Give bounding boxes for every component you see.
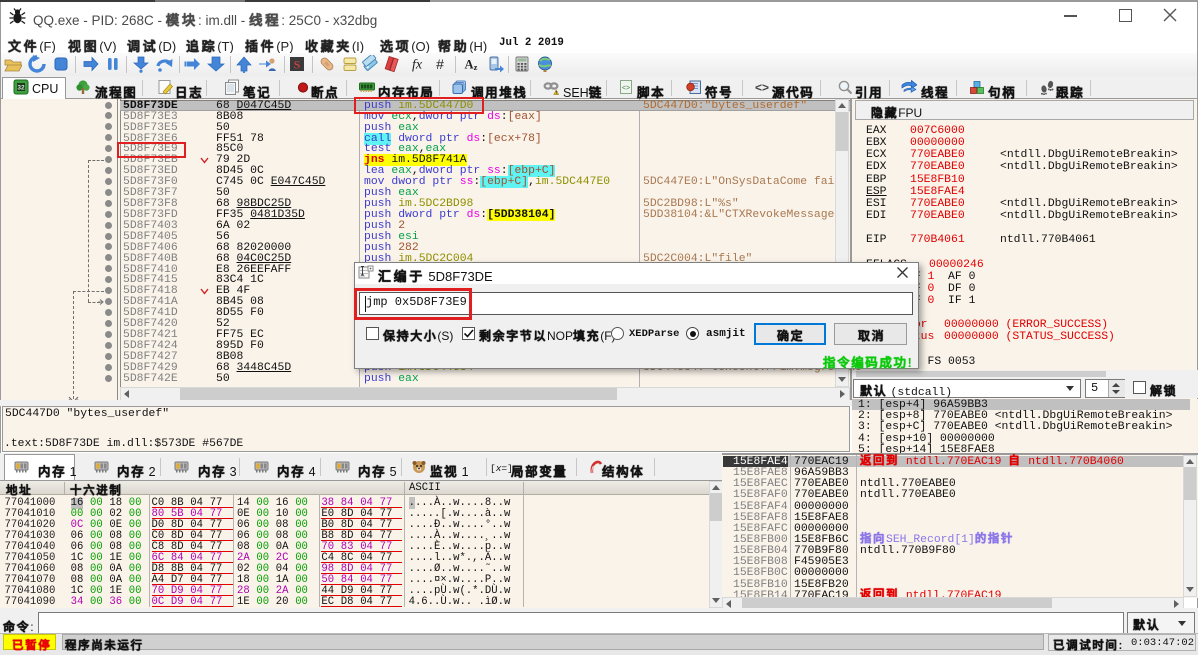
svg-text:A: A	[464, 58, 473, 72]
svg-text:<>: <>	[622, 85, 630, 92]
svg-text:32: 32	[17, 85, 25, 92]
svg-text:<>: <>	[755, 81, 769, 95]
svg-text:#: #	[436, 56, 444, 72]
svg-text:fx: fx	[412, 58, 423, 73]
svg-text:z: z	[474, 62, 478, 72]
svg-text:S: S	[294, 58, 301, 72]
